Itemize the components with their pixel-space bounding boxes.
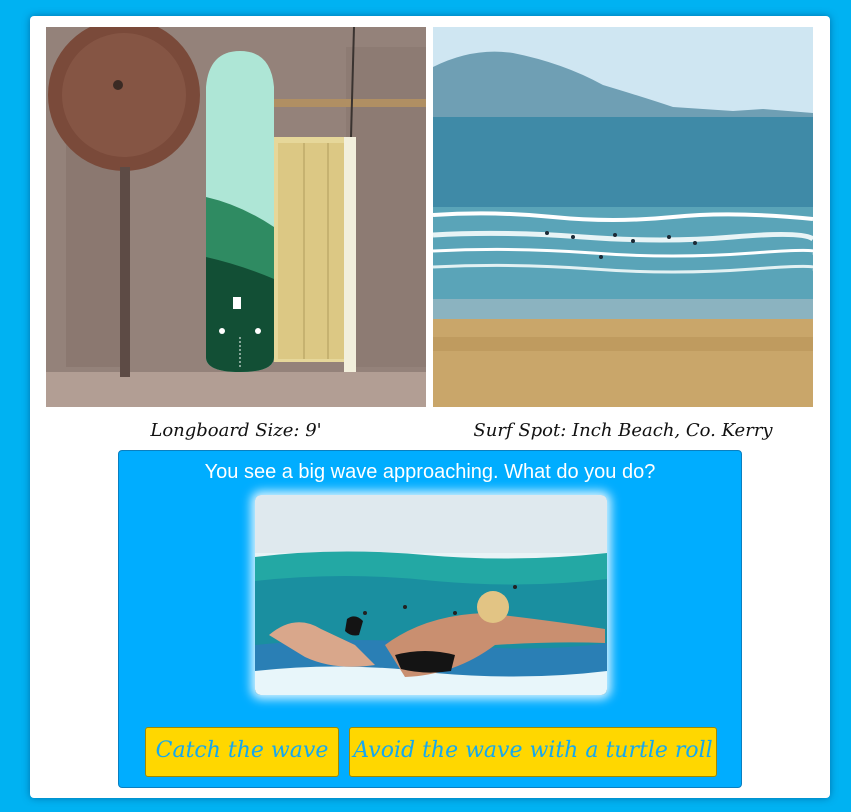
question-panel: You see a big wave approaching. What do … [118,450,742,788]
turtle-roll-button[interactable]: Avoid the wave with a turtle roll [349,727,717,777]
catch-wave-button[interactable]: Catch the wave [145,727,339,777]
surf-spot-caption: Surf Spot: Inch Beach, Co. Kerry [473,420,773,441]
wave-scene-image [255,495,607,695]
beach-photo [433,27,813,407]
longboard-size-caption: Longboard Size: 9' [150,420,322,441]
question-prompt: You see a big wave approaching. What do … [204,461,656,483]
content-card: Longboard Size: 9' Surf Spot: Inch Beach… [30,16,830,798]
longboard-photo [46,27,426,407]
